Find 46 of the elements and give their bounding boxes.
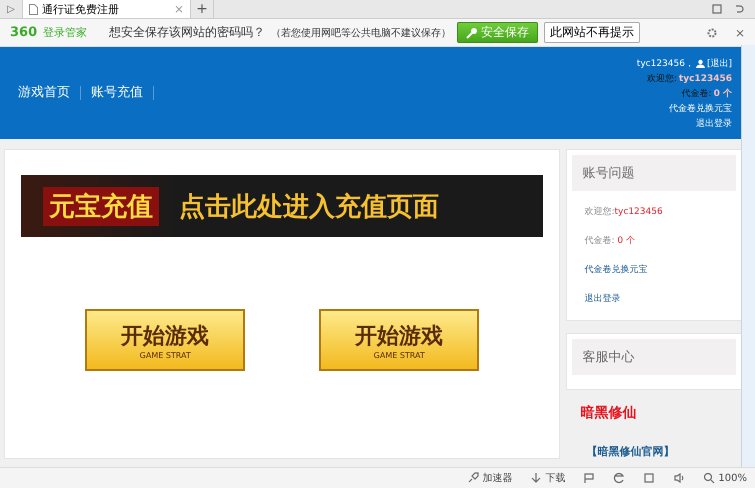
recharge-banner[interactable]: 元宝充值 点击此处进入充值页面 bbox=[21, 175, 544, 237]
voucher-label: 代金卷: bbox=[584, 236, 615, 246]
scrollbar[interactable] bbox=[741, 45, 755, 468]
download-icon[interactable] bbox=[530, 472, 542, 484]
panel-title: 账号问题 bbox=[572, 155, 736, 191]
status-item[interactable]: 下载 bbox=[530, 471, 566, 485]
zoom-control[interactable]: 100% bbox=[703, 472, 747, 484]
window-icon[interactable] bbox=[643, 472, 656, 484]
voucher-label: 代金卷: bbox=[682, 88, 712, 100]
voucher-value: 0 个 bbox=[616, 236, 635, 246]
brand-logo-number: 360 bbox=[10, 25, 38, 40]
nav-link[interactable]: 账号充值 bbox=[91, 86, 154, 100]
speaker-icon[interactable] bbox=[673, 472, 686, 484]
brand-name: 登录管家 bbox=[43, 25, 88, 40]
exchange-link[interactable]: 代金卷兑换元宝 bbox=[584, 265, 648, 275]
key-icon bbox=[466, 26, 478, 38]
exchange-link[interactable]: 代金卷兑换元宝 bbox=[669, 102, 732, 115]
start-game-button[interactable]: 开始游戏 GAME STRAT bbox=[85, 309, 246, 371]
never-remind-button[interactable]: 此网站不再提示 bbox=[544, 22, 640, 43]
settings-icon[interactable] bbox=[706, 28, 717, 38]
logout-link[interactable]: [退出] bbox=[706, 57, 732, 70]
signout-link[interactable]: 退出登录 bbox=[696, 117, 732, 130]
save-password-hint: （若您使用网吧等公共电脑不建议保存） bbox=[271, 26, 452, 40]
nav-link[interactable]: 游戏首页 bbox=[18, 86, 81, 100]
flag-icon[interactable] bbox=[583, 472, 596, 484]
welcome-label: 欢迎您: bbox=[584, 207, 615, 217]
username: tyc123456， bbox=[636, 58, 694, 70]
welcome-username: tyc123456 bbox=[614, 207, 663, 217]
start-game-button[interactable]: 开始游戏 GAME STRAT bbox=[319, 309, 480, 371]
welcome-label: 欢迎您: bbox=[646, 72, 677, 85]
panel-title: 客服中心 bbox=[572, 339, 736, 375]
browser-tab[interactable]: 通行证免费注册 × bbox=[23, 0, 191, 18]
voucher-value: 0 个 bbox=[714, 88, 732, 100]
page-icon bbox=[29, 4, 38, 14]
game-title: 暗黑修仙 bbox=[579, 404, 638, 422]
new-tab-button[interactable]: + bbox=[191, 0, 214, 18]
official-site-link[interactable]: 【暗黑修仙官网】 bbox=[586, 445, 674, 458]
status-item[interactable]: 加速器 bbox=[467, 471, 512, 485]
signout-link[interactable]: 退出登录 bbox=[584, 294, 620, 304]
search-icon[interactable] bbox=[703, 472, 716, 484]
welcome-username: tyc123456 bbox=[678, 74, 732, 84]
browser-e-icon[interactable] bbox=[613, 472, 626, 484]
undo-icon[interactable] bbox=[733, 3, 745, 15]
user-icon bbox=[696, 59, 705, 68]
close-bar-button[interactable]: × bbox=[734, 26, 745, 40]
save-password-question: 想安全保存该网站的密码吗？ bbox=[109, 24, 266, 41]
